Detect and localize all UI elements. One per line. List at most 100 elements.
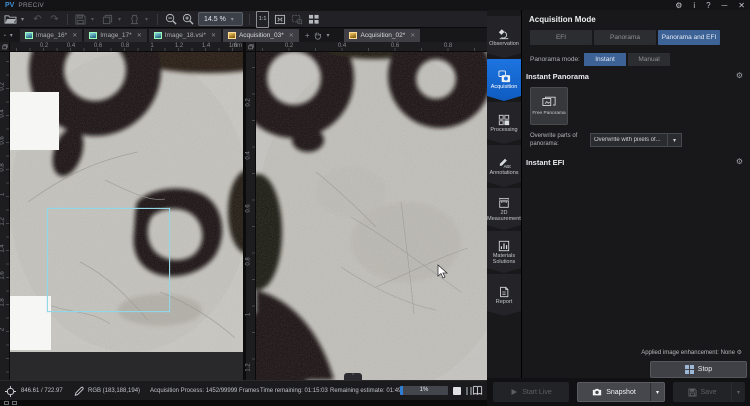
svg-text:ABC: ABC (503, 164, 510, 169)
sidebar-item-processing[interactable]: Processing (487, 102, 521, 144)
open-file-button[interactable] (4, 13, 17, 26)
tab-acquisition-03[interactable]: Acquisition_03* ✕ (223, 29, 299, 42)
tab-acquisition-02[interactable]: Acquisition_02* ✕ (344, 29, 420, 42)
pan-hand-icon[interactable] (313, 31, 322, 40)
enhancement-gear-icon[interactable]: ⚙ (737, 350, 742, 356)
layers-icon (2, 44, 8, 50)
layout-page-icon[interactable] (4, 401, 9, 405)
tab-close-icon[interactable]: ✕ (289, 32, 294, 39)
help-book-icon[interactable] (472, 385, 483, 396)
floppy-save-icon (688, 388, 697, 397)
acquisition-panel: Acquisition Mode EFI Panorama Panorama a… (521, 10, 750, 378)
minimize-icon[interactable]: ─ (722, 1, 728, 11)
acquisition-mode-buttons: EFI Panorama Panorama and EFI (530, 30, 720, 45)
tab-image-17[interactable]: Image_17* ✕ (84, 29, 146, 42)
bottom-strip (0, 400, 487, 406)
remaining-estimate-text: Remaining estimate: 01:49:57 (330, 388, 410, 394)
tab-label: Acquisition_02* (360, 32, 405, 39)
toolbar-separator (249, 14, 250, 25)
redo-button[interactable]: ↷ (48, 13, 61, 26)
tab-image-16[interactable]: Image_16* ✕ (20, 29, 82, 42)
tab-close-icon[interactable]: ✕ (211, 32, 216, 39)
overwrite-dropdown[interactable]: Overwrite with pixels of... ▾ (590, 133, 682, 147)
micrograph-image-right[interactable] (256, 52, 487, 380)
settings-gear-icon[interactable]: ⚙ (675, 1, 682, 11)
tile-layout-button[interactable] (307, 13, 320, 26)
mode-panorama-button[interactable]: Panorama (594, 30, 656, 45)
save-chevron-icon[interactable]: ▾ (731, 382, 745, 402)
ruler-tick-label: 1.8 (0, 296, 7, 310)
snapshot-chevron-icon[interactable]: ▾ (650, 383, 664, 401)
open-file-chevron-icon[interactable]: ▾ (21, 16, 27, 23)
image-tab-icon (25, 32, 33, 39)
ruler-tick-label: 0.6 (246, 202, 253, 216)
sidebar-item-annotations[interactable]: ABC Annotations (487, 145, 521, 187)
stamp-chevron-icon[interactable]: ▾ (145, 16, 151, 23)
tab-close-icon[interactable]: ✕ (72, 32, 77, 39)
help-icon[interactable]: ? (706, 1, 710, 11)
stage-coordinates: 846.61 / 722.97 (21, 388, 63, 394)
zoom-level-select[interactable]: 14.5 % ▾ (198, 12, 243, 26)
zoom-region-button[interactable] (290, 13, 303, 26)
ruler-unit-label: mm (232, 43, 242, 49)
bottom-panel-expander[interactable]: ⌃ (344, 373, 362, 381)
applied-enhancement-text: Applied image enhancement: None ⚙ (641, 349, 742, 356)
panorama-mode-instant-button[interactable]: Instant (584, 53, 626, 66)
zoom-out-icon[interactable] (164, 13, 177, 26)
panorama-selection-rectangle[interactable] (47, 208, 170, 312)
snapshot-button[interactable]: Snapshot ▾ (577, 382, 665, 402)
tab-image-18[interactable]: Image_18.vsi* ✕ (149, 29, 221, 42)
copy-chevron-icon[interactable]: ▾ (118, 16, 124, 23)
instant-panorama-settings-gear-icon[interactable]: ⚙ (736, 71, 743, 80)
info-icon[interactable]: i (693, 1, 695, 11)
mode-panorama-efi-button[interactable]: Panorama and EFI (658, 30, 720, 45)
main-toolbar: ▾ ↶ ↷ ▾ ▾ ▾ 14.5 % ▾ 1:1 (0, 11, 487, 28)
free-panorama-tile-button[interactable]: Free Panorama (530, 87, 568, 125)
sidebar-item-label: Processing (490, 127, 517, 133)
sidebar-item-materials-solutions[interactable]: Materials Solutions (487, 231, 521, 273)
ruler-tick-label: 0.4 (67, 43, 75, 49)
stop-button[interactable]: Stop (650, 361, 747, 378)
horizontal-ruler: 0.20.40.60.8 (256, 42, 487, 52)
ruler-corner-box (0, 42, 10, 52)
viewer-pane-right[interactable]: 0.20.40.60.8 0.20.40.60.811.2 (246, 42, 487, 380)
undo-button[interactable]: ↶ (31, 13, 44, 26)
sidebar-item-acquisition[interactable]: Acquisition (487, 59, 521, 101)
measurement-icon (498, 197, 510, 209)
tab-close-icon[interactable]: ✕ (137, 32, 142, 39)
microscope-icon (498, 28, 510, 40)
new-tab-plus-icon[interactable]: + (305, 31, 310, 40)
zoom-in-icon[interactable] (181, 13, 194, 26)
sidebar-item-observation[interactable]: Observation (487, 16, 521, 58)
pencil-abc-icon: ABC (498, 156, 511, 169)
overwrite-label: Overwrite parts of panorama: (530, 132, 588, 148)
layout-pages-icon[interactable] (12, 401, 17, 405)
ruler-tick-label: 1.2 (246, 361, 253, 375)
save-chevron-icon[interactable]: ▾ (91, 16, 97, 23)
ruler-tick-label: 0.2 (246, 96, 253, 110)
start-live-button[interactable]: Start Live (493, 382, 569, 402)
pane-options-chevron-icon[interactable]: ▾ (326, 32, 332, 39)
save-button[interactable] (74, 13, 87, 26)
stamp-annotation-button[interactable] (128, 13, 141, 26)
fit-to-window-button[interactable] (273, 13, 286, 26)
stop-acquisition-icon[interactable] (453, 387, 461, 395)
instant-efi-settings-gear-icon[interactable]: ⚙ (736, 157, 743, 166)
close-icon[interactable]: ✕ (738, 1, 745, 11)
sidebar-item-report[interactable]: Report (487, 274, 521, 316)
panorama-mode-manual-button[interactable]: Manual (628, 53, 670, 66)
mode-efi-button[interactable]: EFI (530, 30, 592, 45)
copy-button[interactable] (101, 13, 114, 26)
function-sidebar: Observation Acquisition Processing ABC A… (487, 10, 521, 378)
processing-grid-icon (498, 114, 510, 126)
sidebar-item-2d-measurement[interactable]: 2D Measurement (487, 188, 521, 230)
tab-scroll-dot-icon[interactable]: • (4, 33, 6, 39)
tab-list-chevron-icon[interactable]: ▾ (10, 32, 16, 39)
save-image-button[interactable]: Save ▾ (673, 382, 745, 402)
tab-close-icon[interactable]: ✕ (410, 32, 415, 39)
camera-action-bar: Start Live Snapshot ▾ Save ▾ (487, 378, 750, 406)
ruler-tick-label: 0.4 (246, 149, 253, 163)
viewer-pane-left[interactable]: 0.20.40.60.811.21.41.6mm 0.20.40.60.811.… (0, 42, 243, 380)
ruler-tick-label: 2 (0, 323, 7, 337)
actual-size-button[interactable]: 1:1 (256, 13, 270, 26)
